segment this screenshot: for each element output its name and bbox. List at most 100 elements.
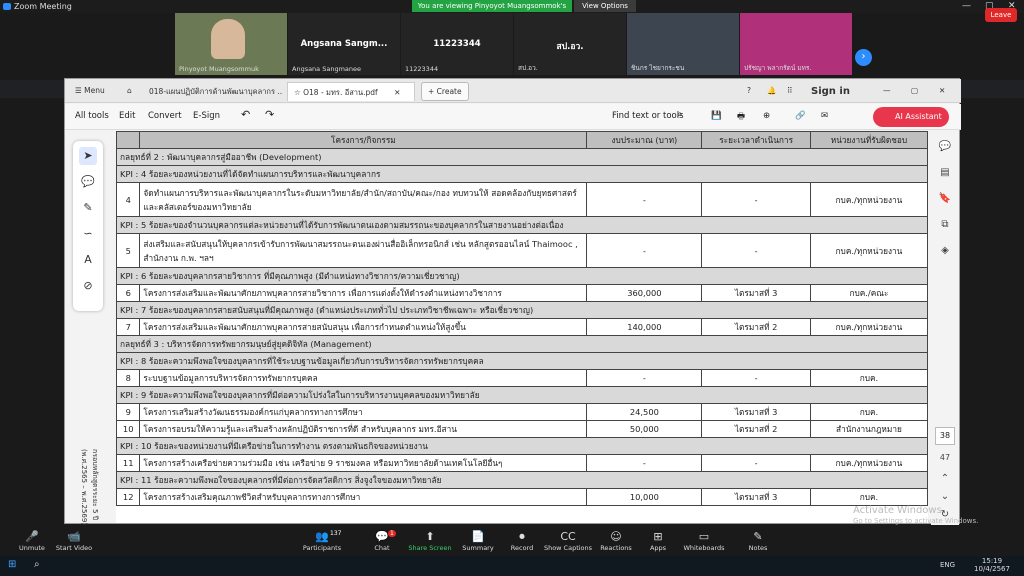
home-icon[interactable]: ⌂ — [121, 82, 138, 101]
bookmark-icon[interactable]: 🔖 — [935, 193, 955, 211]
save-icon[interactable]: 💾 — [711, 111, 722, 121]
participant-tile[interactable]: ปรัชญา พลากรัตน์ มทร. — [740, 13, 852, 75]
menu-button[interactable]: ☰ Menu — [69, 82, 111, 101]
pages-icon[interactable]: ⧉ — [935, 219, 955, 237]
tab-document-1[interactable]: 018-แผนปฏิบัติการด้านพัฒนาบุคลากร ... — [143, 82, 283, 101]
clock[interactable]: 15:19 10/4/2567 — [972, 557, 1012, 573]
window-close-icon[interactable]: ✕ — [933, 82, 951, 101]
participant-name: Pinyoyot Muangsommuk — [179, 65, 259, 73]
project-table: โครงการ/กิจกรรม งบประมาณ (บาท) ระยะเวลาด… — [116, 131, 928, 506]
pen-icon[interactable]: ✎ — [79, 199, 97, 217]
participants-button[interactable]: 👥 137 Participants — [292, 530, 352, 552]
comment-icon[interactable]: 💬 — [79, 173, 97, 191]
help-icon[interactable]: ? — [741, 82, 757, 101]
redo-icon[interactable]: ↷ — [265, 108, 274, 121]
quick-tools-panel: ➤ 💬 ✎ ∽ A ⊘ — [73, 141, 103, 311]
draw-icon[interactable]: ∽ — [79, 225, 97, 243]
unit-value: กบค./ทุกหน่วยงาน — [809, 233, 928, 268]
view-options-button[interactable]: View Options — [574, 0, 636, 12]
control-label: Whiteboards — [683, 544, 725, 552]
all-tools-menu[interactable]: All tools — [75, 111, 109, 121]
count-badge: 1 — [388, 530, 396, 537]
budget-value: 360,000 — [586, 284, 703, 302]
unit-value: กบค./ทุกหน่วยงาน — [809, 318, 928, 336]
table-row: 4 จัดทำแผนการบริหารและพัฒนาบุคลากรในระดับ… — [116, 182, 928, 217]
notes-button[interactable]: ✎ Notes — [728, 530, 788, 552]
unit-value: กบค. — [809, 403, 928, 421]
window-minimize-icon[interactable]: — — [877, 82, 897, 101]
period-value: ไตรมาสที่ 3 — [701, 403, 811, 421]
next-page-icon[interactable]: › — [855, 49, 872, 66]
esign-menu[interactable]: E-Sign — [193, 111, 220, 121]
create-button[interactable]: + Create — [421, 82, 469, 101]
project-name: โครงการอบรมให้ความรู้และเสริมสร้างหลักปฏ… — [139, 420, 588, 438]
undo-icon[interactable]: ↶ — [241, 108, 250, 121]
row-number: 11 — [116, 454, 141, 472]
control-label: Record — [510, 544, 534, 552]
start-video-button[interactable]: 📹 Start Video — [44, 530, 104, 552]
participant-strip: Pinyoyot Muangsommuk Angsana Sangm... An… — [0, 13, 1024, 75]
table-body: กลยุทธ์ที่ 2 : พัฒนาบุคลากรสู่มืออาชีพ (… — [116, 148, 928, 506]
participant-tile[interactable]: ชินกร ไชยากระชน — [627, 13, 739, 75]
apps-grid-icon[interactable]: ⠿ — [781, 82, 799, 101]
window-restore-icon[interactable]: ▢ — [905, 82, 924, 101]
tab-label: O18 - มทร. อีสาน.pdf — [303, 88, 378, 97]
ai-assistant-label: AI Assistant — [895, 112, 942, 121]
share-link-icon[interactable]: 🔗 — [795, 111, 806, 121]
page-number-input[interactable]: 38 — [935, 427, 955, 445]
participant-name: สป.อว. — [518, 64, 538, 72]
control-label: Notes — [748, 544, 768, 552]
period-value: ไตรมาสที่ 2 — [701, 420, 811, 438]
minimize-icon[interactable]: — — [962, 1, 971, 11]
search-icon[interactable]: ⌕ — [677, 109, 683, 120]
leave-button[interactable]: Leave — [985, 8, 1017, 22]
kpi-row: KPI : 11 ร้อยละความพึงพอใจของบุคลากรที่ม… — [116, 471, 928, 489]
budget-value: - — [586, 454, 703, 472]
participant-tile[interactable]: Angsana Sangm... Angsana Sangmanee — [288, 13, 400, 75]
tab-document-2[interactable]: ☆ O18 - มทร. อีสาน.pdf ✕ — [287, 82, 415, 101]
layers-icon[interactable]: ◈ — [935, 245, 955, 263]
whiteboards-button[interactable]: ▭ Whiteboards — [674, 530, 734, 552]
tab-close-icon[interactable]: ✕ — [394, 88, 400, 97]
stamp-icon[interactable]: ⊘ — [79, 277, 97, 295]
row-number: 5 — [116, 233, 141, 268]
unit-value: กบค./ทุกหน่วยงาน — [809, 182, 928, 217]
convert-menu[interactable]: Convert — [148, 111, 182, 121]
participant-tile[interactable]: Pinyoyot Muangsommuk — [175, 13, 287, 75]
budget-value: - — [586, 233, 703, 268]
edit-menu[interactable]: Edit — [119, 111, 135, 121]
header-budget: งบประมาณ (บาท) — [586, 131, 703, 149]
windows-start-icon[interactable]: ⊞ — [8, 559, 16, 570]
menu-label: Menu — [84, 86, 105, 95]
comment-panel-icon[interactable]: 💬 — [935, 141, 955, 159]
select-cursor-icon[interactable]: ➤ — [79, 147, 97, 165]
pdf-window: ☰ Menu ⌂ 018-แผนปฏิบัติการด้านพัฒนาบุคลา… — [64, 78, 961, 525]
find-text-input[interactable]: Find text or tools — [612, 111, 684, 121]
unit-value: กบค. — [809, 369, 928, 387]
taskbar-search-icon[interactable]: ⌕ — [34, 559, 40, 570]
budget-value: 24,500 — [586, 403, 703, 421]
project-name: จัดทำแผนการบริหารและพัฒนาบุคลากรในระดับม… — [139, 182, 588, 217]
print-icon[interactable]: 🖶 — [737, 111, 745, 125]
notification-icon[interactable]: 🔔 — [761, 82, 782, 101]
page-up-icon[interactable]: ⌃ — [935, 473, 955, 491]
page-total: 47 — [939, 453, 951, 462]
pdf-page[interactable]: โครงการ/กิจกรรม งบประมาณ (บาท) ระยะเวลาด… — [116, 131, 928, 523]
email-icon[interactable]: ✉ — [821, 111, 828, 121]
ai-assistant-button[interactable]: AI Assistant — [873, 107, 949, 127]
participant-tile[interactable]: สป.อว. สป.อว. — [514, 13, 626, 75]
text-box-icon[interactable]: A — [79, 251, 97, 269]
period-value: - — [701, 454, 811, 472]
project-name: โครงการสร้างเครือข่ายความร่วมมือ เช่น เค… — [139, 454, 588, 472]
header-unit: หน่วยงานที่รับผิดชอบ — [809, 131, 928, 149]
language-indicator[interactable]: ENG — [940, 561, 955, 569]
sign-in-button[interactable]: Sign in — [805, 82, 856, 101]
kpi-row: KPI : 7 ร้อยละของบุคลากรสายสนับสนุนที่มี… — [116, 301, 928, 319]
zoom-icon[interactable]: ⊕ — [763, 111, 770, 121]
chat-panel-icon[interactable]: ▤ — [935, 167, 955, 185]
table-row: 12 โครงการสร้างเสริมคุณภาพชีวิตสำหรับบุคล… — [116, 488, 928, 506]
period-value: ไตรมาสที่ 3 — [701, 284, 811, 302]
budget-value: 50,000 — [586, 420, 703, 438]
participant-tile[interactable]: 11223344 11223344 — [401, 13, 513, 75]
table-row: 11 โครงการสร้างเครือข่ายความร่วมมือ เช่น … — [116, 454, 928, 472]
